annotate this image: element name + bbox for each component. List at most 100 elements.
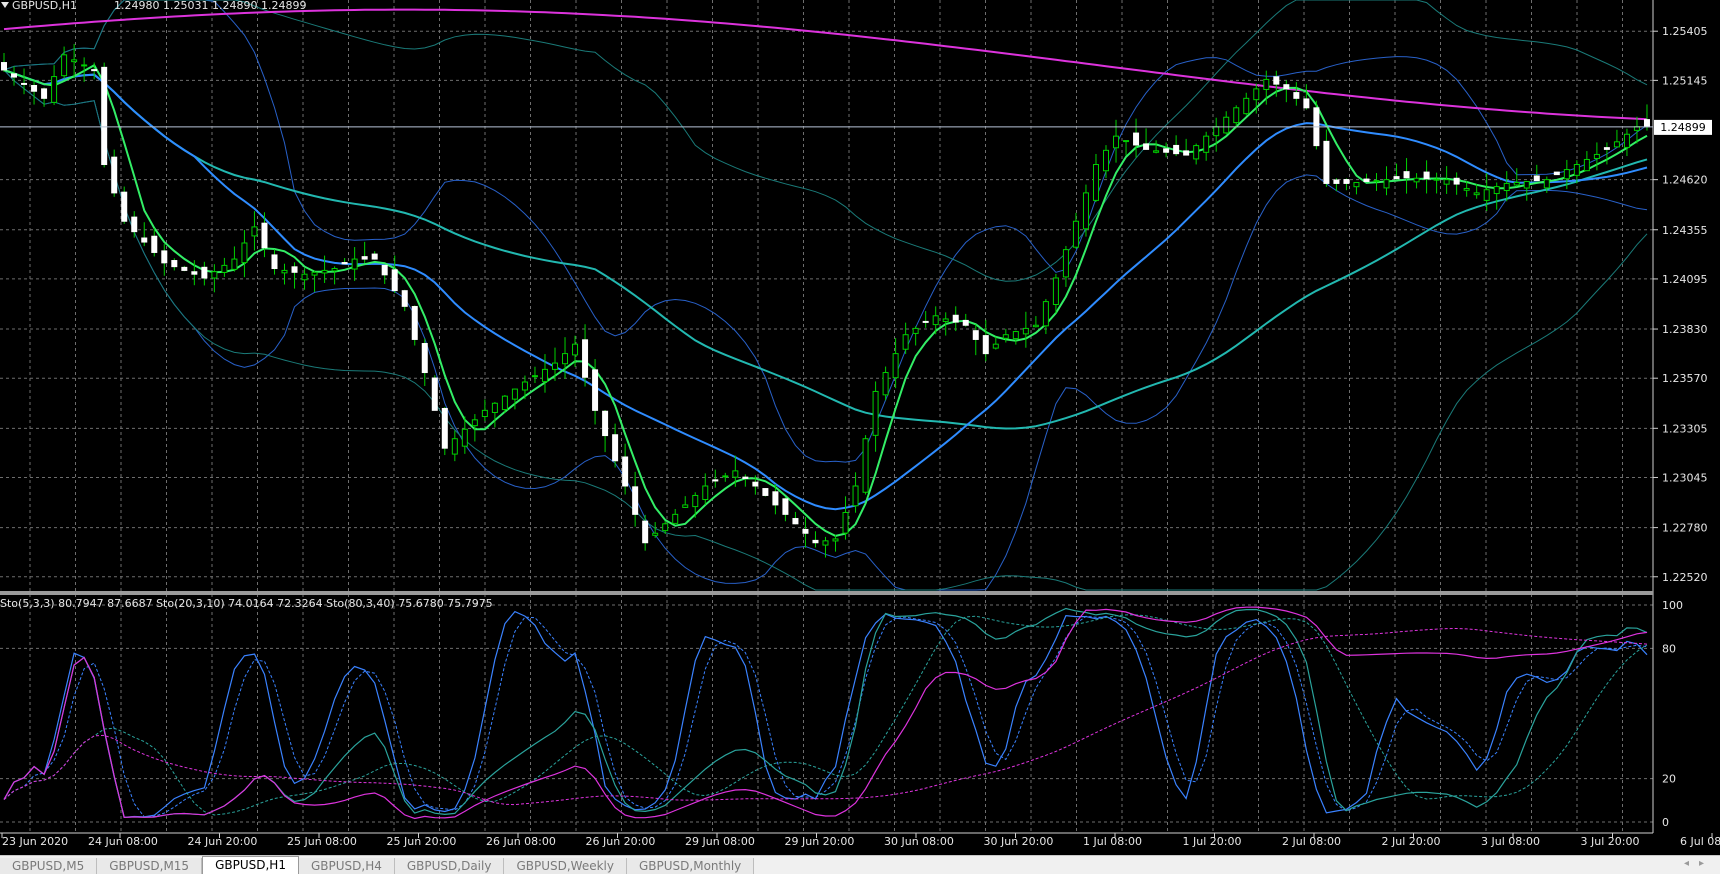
candle-body [421, 343, 428, 374]
chart-ohlc: 1.24980 1.25031 1.24890 1.24899 [114, 0, 306, 12]
candle-body [1423, 171, 1430, 180]
candle-body [972, 330, 979, 340]
candle-body [271, 254, 278, 270]
candle-body [912, 327, 919, 334]
candle-body [692, 494, 699, 508]
chart-symbol: GBPUSD,H1 [12, 0, 77, 12]
candle-body [802, 528, 809, 534]
tab-gbpusd-m15[interactable]: GBPUSD,M15 [97, 858, 203, 874]
tab-gbpusd-h4[interactable]: GBPUSD,H4 [298, 858, 395, 874]
candle-body [241, 242, 248, 264]
tab-gbpusd-h1[interactable]: GBPUSD,H1 [202, 856, 299, 874]
candle-body [1213, 126, 1220, 137]
candle-body [792, 518, 799, 525]
tab-gbpusd-weekly[interactable]: GBPUSD,Weekly [504, 858, 627, 874]
candle-body [441, 407, 448, 449]
time-tick-label: 24 Jun 08:00 [88, 835, 158, 848]
candle-body [1243, 97, 1250, 115]
time-tick-label: 25 Jun 08:00 [287, 835, 357, 848]
candle-body [281, 269, 288, 274]
candle-body [1072, 220, 1079, 248]
candle-body [51, 76, 58, 103]
tab-gbpusd-daily[interactable]: GBPUSD,Daily [394, 858, 505, 874]
candle-body [1113, 135, 1120, 149]
candle-body [672, 513, 679, 524]
candle-body [1623, 133, 1630, 148]
candle-body [381, 264, 388, 276]
candle-body [552, 362, 558, 370]
candle-body [822, 540, 829, 546]
candle-body [91, 69, 98, 72]
time-tick-label: 1 Jul 08:00 [1083, 835, 1142, 848]
candle-body [782, 498, 789, 515]
candle-body [351, 258, 358, 270]
candle-body [592, 369, 599, 411]
candle-body [582, 339, 589, 378]
candle-body [81, 64, 88, 67]
candle-body [1353, 181, 1360, 188]
tab-scroll-arrows[interactable]: ◂▸ [1684, 858, 1714, 869]
subwindow-separator[interactable] [0, 591, 1653, 595]
stochastic-tick-label: 20 [1662, 773, 1676, 786]
tab-gbpusd-monthly[interactable]: GBPUSD,Monthly [627, 858, 755, 874]
candle-body [201, 266, 208, 279]
candle-body [461, 428, 468, 447]
candle-body [1403, 171, 1410, 179]
candle-body [341, 262, 348, 265]
price-tick-label: 1.24355 [1662, 224, 1708, 237]
chart-canvas[interactable]: 1.25405 1.25145 1.24620 1.24355 1.24095 1.238… [0, 0, 1720, 855]
tab-gbpusd-m5[interactable]: GBPUSD,M5 [0, 858, 98, 874]
candle-body [1443, 179, 1450, 185]
candle-body [932, 315, 939, 326]
price-tick-label: 1.23830 [1662, 323, 1708, 336]
candle-body [952, 314, 959, 323]
candle-body [712, 479, 719, 482]
candle-body [1143, 143, 1150, 150]
candle-body [311, 271, 318, 276]
candle-body [942, 318, 949, 322]
candle-body [141, 237, 148, 243]
candle-body [1513, 181, 1520, 186]
stochastic-legend: Sto(5,3,3) 80.7947 87.6687 Sto(20,3,10) … [0, 597, 493, 610]
candle-body [1173, 144, 1180, 155]
chart-tab-bar: GBPUSD,M5 GBPUSD,M15 GBPUSD,H1 GBPUSD,H4 GBP… [0, 855, 1720, 874]
candle-body [1293, 92, 1300, 99]
candle-body [1002, 334, 1009, 339]
candle-body [121, 191, 128, 222]
candle-body [411, 306, 418, 340]
candle-body [1032, 324, 1039, 328]
stochastic-tick-label: 80 [1662, 642, 1676, 655]
candle-body [1603, 147, 1610, 150]
candle-body [1433, 178, 1440, 181]
candle-body [1613, 141, 1620, 148]
candle-body [612, 434, 619, 462]
candle-body [1533, 175, 1540, 182]
candle-body [321, 269, 328, 274]
candle-body [742, 476, 749, 479]
candle-body [1022, 327, 1029, 335]
candle-body [491, 402, 498, 413]
candle-body [191, 271, 198, 275]
candle-body [1463, 187, 1470, 191]
candle-body [922, 320, 929, 323]
current-price-label: 1.24899 [1660, 121, 1706, 134]
candle-body [642, 520, 649, 544]
candle-body [572, 343, 579, 356]
candle-body [511, 388, 518, 400]
candle-body [251, 226, 258, 237]
candle-body [862, 438, 869, 493]
candle-body [41, 88, 48, 99]
candle-body [1363, 178, 1370, 183]
candle-body [832, 538, 839, 542]
candle-body [111, 156, 118, 194]
candle-body [842, 511, 849, 534]
candle-body [562, 353, 569, 365]
candle-body [61, 54, 68, 77]
candle-body [1133, 132, 1140, 146]
candle-body [531, 375, 538, 378]
price-tick-label: 1.23045 [1662, 471, 1708, 484]
time-tick-label: 1 Jul 20:00 [1183, 835, 1242, 848]
candle-body [11, 73, 18, 78]
candle-body [1163, 148, 1170, 153]
stochastic-tick-label: 100 [1662, 599, 1683, 612]
